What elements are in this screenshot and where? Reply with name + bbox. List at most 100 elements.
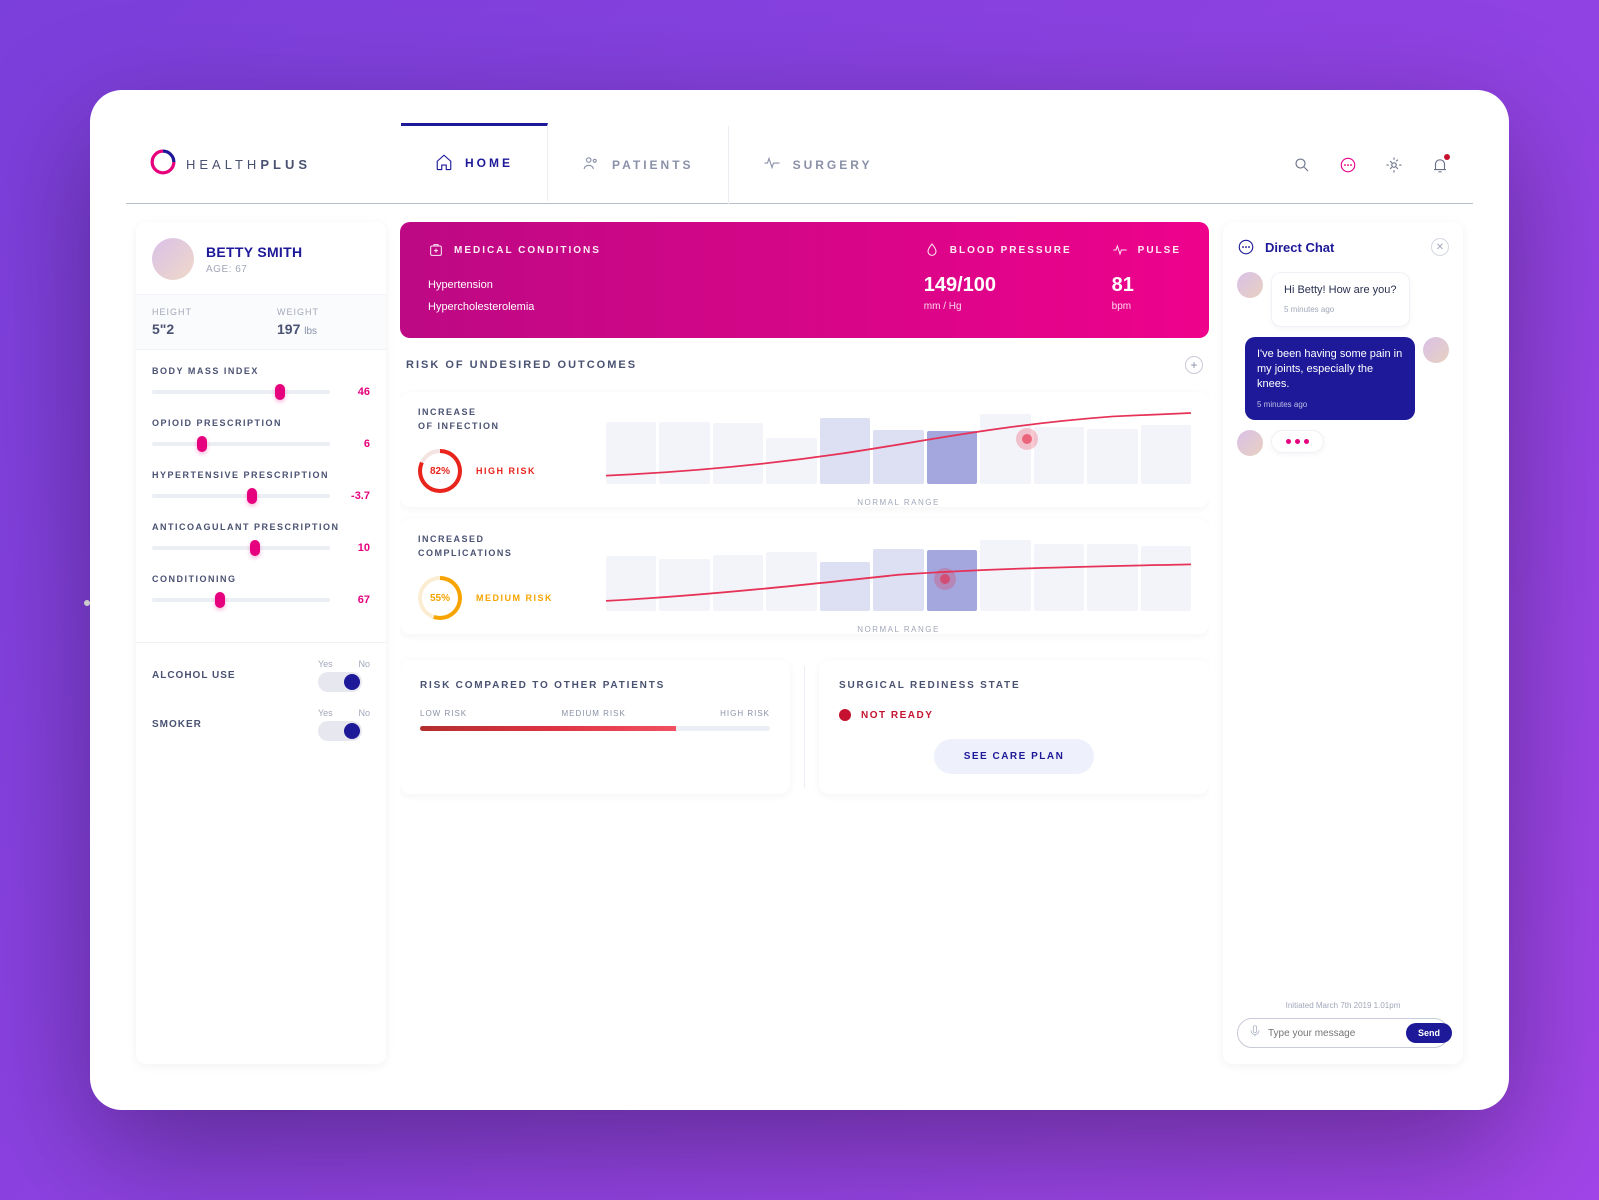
search-icon[interactable] [1293, 156, 1311, 174]
risks-section-title: RISK OF UNDESIRED OUTCOMES [406, 359, 637, 371]
risk-bar [420, 726, 770, 731]
toggle-knob [344, 674, 360, 690]
bell-icon[interactable] [1431, 156, 1449, 174]
slider-track[interactable] [152, 390, 330, 394]
chat-message: I've been having some pain in my joints,… [1237, 337, 1449, 420]
conditions-heading: MEDICAL CONDITIONS [428, 242, 884, 258]
risk-level: HIGH RISK [476, 466, 536, 476]
risk-gauge: 82% [418, 449, 462, 493]
slider-row: CONDITIONING 67 [152, 574, 370, 606]
msg-bubble: I've been having some pain in my joints,… [1245, 337, 1415, 420]
surgery-icon [763, 154, 781, 175]
toggle-label: ALCOHOL USE [152, 670, 236, 681]
mic-icon[interactable] [1248, 1024, 1262, 1043]
vitals-banner: MEDICAL CONDITIONS HypertensionHyperchol… [400, 222, 1209, 338]
msg-avatar [1237, 272, 1263, 298]
nav-surgery[interactable]: SURGERY [729, 126, 907, 204]
toggle-row: SMOKER YesNo [152, 692, 370, 741]
pulse-unit: bpm [1112, 301, 1181, 312]
nav-home[interactable]: HOME [401, 123, 548, 201]
pulse-heading: PULSE [1112, 242, 1181, 258]
topbar: HEALTHPLUS HOME PATIENTS SURGERY [126, 126, 1473, 204]
pulse-value: 81 [1112, 274, 1181, 297]
gear-icon[interactable] [1385, 156, 1403, 174]
slider-track[interactable] [152, 494, 330, 498]
patient-panel: BETTY SMITH AGE: 67 HEIGHT 5"2 WEIGHT 19… [136, 222, 386, 1064]
msg-bubble: Hi Betty! How are you? 5 minutes ago [1271, 272, 1410, 327]
slider-value: 67 [340, 594, 370, 606]
patient-avatar [152, 238, 194, 280]
chart-marker [934, 568, 956, 590]
typing-indicator [1271, 430, 1324, 453]
slider-track[interactable] [152, 546, 330, 550]
slider-label: OPIOID PRESCRIPTION [152, 418, 370, 428]
normal-range-label: NORMAL RANGE [857, 498, 940, 507]
slider-track[interactable] [152, 442, 330, 446]
height-value: 5"2 [152, 321, 245, 337]
slider-thumb[interactable] [250, 540, 260, 556]
slider-label: ANTICOAGULANT PRESCRIPTION [152, 522, 370, 532]
typing-indicator-row [1237, 430, 1449, 456]
toggle-switch[interactable] [318, 672, 362, 692]
patient-name: BETTY SMITH [206, 244, 302, 260]
toggle-label: SMOKER [152, 719, 202, 730]
msg-text: I've been having some pain in my joints,… [1257, 347, 1403, 393]
slider-thumb[interactable] [275, 384, 285, 400]
readiness-status: NOT READY [861, 710, 933, 721]
risk-card: INCREASEDCOMPLICATIONS 55% MEDIUM RISK N… [400, 519, 1209, 634]
slider-row: OPIOID PRESCRIPTION 6 [152, 418, 370, 450]
risk-chart: NORMAL RANGE [606, 406, 1191, 493]
nav-label: HOME [465, 156, 513, 170]
risk-compared-card: RISK COMPARED TO OTHER PATIENTS LOW RISK… [400, 660, 790, 794]
msg-time: 5 minutes ago [1284, 304, 1397, 315]
nav-patients[interactable]: PATIENTS [548, 126, 729, 204]
brand-name: HEALTHPLUS [186, 157, 311, 172]
condition-item: Hypercholesterolemia [428, 296, 884, 318]
chat-input[interactable] [1268, 1028, 1400, 1039]
toggle-row: ALCOHOL USE YesNo [152, 643, 370, 692]
slider-thumb[interactable] [197, 436, 207, 452]
readiness-card: SURGICAL REDINESS STATE NOT READY SEE CA… [819, 660, 1209, 794]
msg-avatar [1423, 337, 1449, 363]
slider-label: BODY MASS INDEX [152, 366, 370, 376]
send-button[interactable]: Send [1406, 1023, 1452, 1043]
slider-thumb[interactable] [215, 592, 225, 608]
condition-item: Hypertension [428, 274, 884, 296]
risk-gauge: 55% [418, 576, 462, 620]
slider-row: ANTICOAGULANT PRESCRIPTION 10 [152, 522, 370, 554]
height-label: HEIGHT [152, 307, 245, 317]
main-nav: HOME PATIENTS SURGERY [401, 126, 906, 204]
scale-low: LOW RISK [420, 709, 467, 718]
risk-level: MEDIUM RISK [476, 593, 553, 603]
slider-value: 46 [340, 386, 370, 398]
slider-row: HYPERTENSIVE PRESCRIPTION -3.7 [152, 470, 370, 502]
chat-message: Hi Betty! How are you? 5 minutes ago [1237, 272, 1449, 327]
risk-name: INCREASEOF INFECTION [418, 406, 588, 433]
notification-dot [1444, 154, 1450, 160]
normal-range-label: NORMAL RANGE [857, 625, 940, 634]
slider-thumb[interactable] [247, 488, 257, 504]
bp-value: 149/100 [924, 274, 1072, 297]
slider-track[interactable] [152, 598, 330, 602]
toggle-knob [344, 723, 360, 739]
risk-chart: NORMAL RANGE [606, 533, 1191, 620]
slider-value: 10 [340, 542, 370, 554]
chat-icon[interactable] [1339, 156, 1357, 174]
weight-value: 197 lbs [277, 321, 370, 337]
slider-row: BODY MASS INDEX 46 [152, 366, 370, 398]
toggle-switch[interactable] [318, 721, 362, 741]
readiness-status-dot [839, 709, 851, 721]
see-care-plan-button[interactable]: SEE CARE PLAN [934, 739, 1095, 774]
msg-text: Hi Betty! How are you? [1284, 283, 1397, 298]
slider-value: -3.7 [340, 490, 370, 502]
readiness-title: SURGICAL REDINESS STATE [839, 680, 1189, 691]
slider-label: HYPERTENSIVE PRESCRIPTION [152, 470, 370, 480]
scale-high: HIGH RISK [720, 709, 770, 718]
close-icon[interactable]: ✕ [1431, 238, 1449, 256]
chat-input-container: Send [1237, 1018, 1449, 1048]
risk-compared-title: RISK COMPARED TO OTHER PATIENTS [420, 680, 770, 691]
bp-unit: mm / Hg [924, 301, 1072, 312]
patient-age: AGE: 67 [206, 264, 302, 275]
brand-logo: HEALTHPLUS [150, 149, 311, 180]
add-risk-button[interactable]: + [1185, 356, 1203, 374]
